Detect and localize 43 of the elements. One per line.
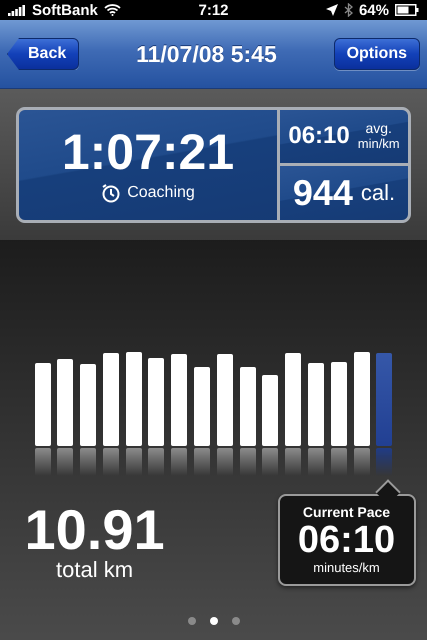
bar-reflection — [80, 448, 96, 476]
bar-reflection — [171, 448, 188, 476]
stopwatch-icon — [101, 182, 122, 202]
bar-reflection — [308, 448, 324, 476]
page-dot[interactable] — [210, 617, 218, 625]
bar-reflection — [194, 448, 210, 476]
wifi-icon — [104, 4, 121, 16]
bar-reflection — [376, 448, 392, 476]
bluetooth-icon — [344, 3, 353, 17]
calories-unit: cal. — [360, 180, 396, 205]
page-dot[interactable] — [188, 617, 196, 625]
location-arrow-icon — [326, 4, 338, 16]
bar-reflection — [148, 448, 164, 476]
bar-reflection — [354, 448, 370, 476]
page-dot[interactable] — [232, 617, 240, 625]
bar-reflection — [285, 448, 302, 476]
pace-unit-label: min/km — [358, 136, 400, 152]
current-pace-title: Current Pace — [302, 504, 390, 519]
back-button[interactable]: Back — [7, 38, 80, 70]
options-button[interactable]: Options — [334, 38, 420, 70]
avg-label: avg. — [365, 121, 392, 137]
duration-value: 1:07:21 — [62, 126, 234, 176]
current-pace-value: 06:10 — [298, 520, 396, 559]
bar-reflection — [126, 448, 142, 476]
bar-reflection — [330, 448, 347, 476]
coaching-label: Coaching — [127, 184, 195, 202]
bar-reflection — [262, 448, 278, 476]
clock-time: 7:12 — [198, 2, 229, 18]
bar-reflection — [240, 448, 256, 476]
bar-reflection — [216, 448, 233, 476]
calories-value: 944 — [292, 174, 353, 211]
carrier-name: SoftBank — [32, 2, 98, 18]
current-pace-unit: minutes/km — [313, 560, 380, 576]
bar-reflection — [34, 448, 50, 476]
nav-title: 11/07/08 5:45 — [136, 40, 277, 68]
bar-reflection — [57, 448, 74, 476]
bar-reflection — [102, 448, 119, 476]
distance-value: 10.91 — [24, 502, 165, 558]
signal-icon — [8, 4, 26, 16]
battery-percent: 64% — [358, 2, 389, 18]
battery-icon — [395, 4, 419, 16]
avg-pace-value: 06:10 — [288, 124, 350, 148]
distance-label: total km — [56, 558, 134, 582]
